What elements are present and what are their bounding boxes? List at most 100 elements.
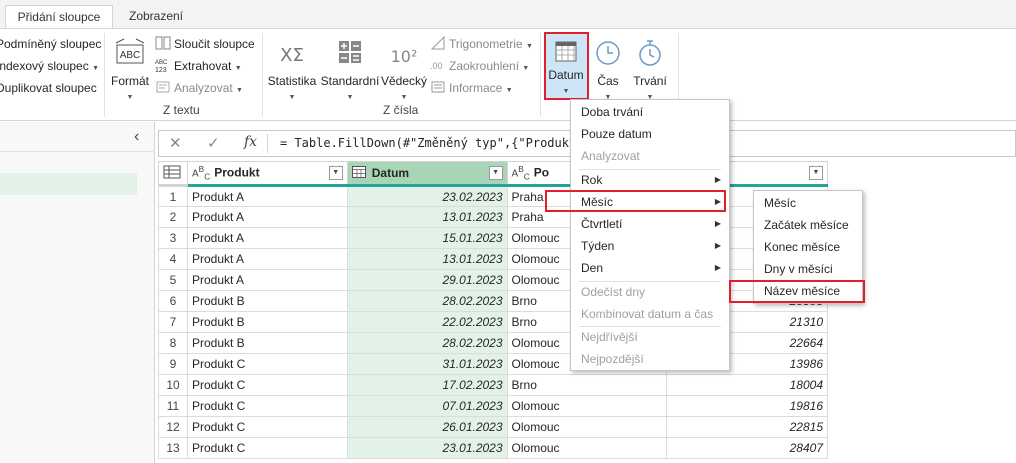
information-button[interactable]: Informace ▼	[430, 78, 513, 98]
menu-item-week[interactable]: Týden ▶	[571, 235, 729, 257]
cell-datum[interactable]: 29.01.2023	[346, 269, 508, 291]
row-number[interactable]: 12	[158, 416, 188, 438]
cell-produkt[interactable]: Produkt B	[186, 311, 348, 333]
cell-value[interactable]: 28407	[666, 437, 828, 459]
cell-datum[interactable]: 31.01.2023	[346, 353, 508, 375]
cell-datum[interactable]: 13.01.2023	[346, 248, 508, 270]
cell-datum[interactable]: 07.01.2023	[346, 395, 508, 417]
table-row[interactable]: 13 Produkt C 23.01.2023 Olomouc 28407	[158, 437, 828, 459]
row-number[interactable]: 13	[158, 437, 188, 459]
row-number[interactable]: 6	[158, 290, 188, 312]
filter-dropdown-icon[interactable]: ▼	[328, 166, 343, 180]
cell-pobocka[interactable]: Olomouc	[506, 437, 668, 459]
cell-produkt[interactable]: Produkt C	[186, 353, 348, 375]
table-row[interactable]: 11 Produkt C 07.01.2023 Olomouc 19816	[158, 395, 828, 417]
cell-datum[interactable]: 13.01.2023	[346, 206, 508, 228]
cell-value[interactable]: 19816	[666, 395, 828, 417]
query-list-item[interactable]	[0, 173, 137, 195]
submenu-item-month[interactable]: Měsíc	[754, 192, 862, 214]
submenu-item-start-of-month[interactable]: Začátek měsíce	[754, 214, 862, 236]
row-number[interactable]: 9	[158, 353, 188, 375]
cell-produkt[interactable]: Produkt B	[186, 332, 348, 354]
check-icon[interactable]: ✓	[207, 134, 220, 152]
cell-produkt[interactable]: Produkt A	[186, 269, 348, 291]
sigma-icon: XΣ	[280, 45, 304, 66]
table-row[interactable]: 10 Produkt C 17.02.2023 Brno 18004	[158, 374, 828, 396]
cell-produkt[interactable]: Produkt C	[186, 374, 348, 396]
cell-value[interactable]: 18004	[666, 374, 828, 396]
submenu-item-end-of-month[interactable]: Konec měsíce	[754, 236, 862, 258]
row-number[interactable]: 2	[158, 206, 188, 228]
submenu-item-days-in-month[interactable]: Dny v měsíci	[754, 258, 862, 280]
menu-item-earliest[interactable]: Nejdřívější	[571, 326, 729, 348]
parse-button[interactable]: Analyzovat ▼	[155, 78, 243, 98]
row-number[interactable]: 4	[158, 248, 188, 270]
tab-view[interactable]: Zobrazení	[116, 5, 196, 28]
cell-datum[interactable]: 22.02.2023	[346, 311, 508, 333]
cell-pobocka[interactable]: Olomouc	[506, 416, 668, 438]
cell-produkt[interactable]: Produkt C	[186, 437, 348, 459]
duration-button[interactable]: Trvání ▼	[630, 37, 670, 102]
cell-produkt[interactable]: Produkt A	[186, 206, 348, 228]
row-number[interactable]: 11	[158, 395, 188, 417]
cell-datum[interactable]: 17.02.2023	[346, 374, 508, 396]
filter-dropdown-icon[interactable]: ▼	[488, 166, 503, 180]
cell-produkt[interactable]: Produkt B	[186, 290, 348, 312]
menu-item-duration[interactable]: Doba trvání	[571, 101, 729, 123]
row-number[interactable]: 7	[158, 311, 188, 333]
cell-value[interactable]: 22815	[666, 416, 828, 438]
conditional-column-button[interactable]: Podmíněný sloupec	[0, 34, 101, 54]
duration-label: Trvání	[633, 74, 667, 88]
collapse-pane-icon[interactable]: ‹	[134, 128, 139, 146]
statistics-button[interactable]: XΣ Statistika ▼	[266, 37, 318, 102]
index-column-button[interactable]: Indexový sloupec ▼	[0, 56, 99, 76]
table-row[interactable]: 12 Produkt C 26.01.2023 Olomouc 22815	[158, 416, 828, 438]
row-number[interactable]: 10	[158, 374, 188, 396]
extract-button[interactable]: ABC 123 Extrahovat ▼	[155, 56, 242, 76]
menu-item-year[interactable]: Rok ▶	[571, 169, 729, 191]
duplicate-column-button[interactable]: Duplikovat sloupec	[0, 78, 97, 98]
cell-datum[interactable]: 28.02.2023	[346, 290, 508, 312]
cell-datum[interactable]: 26.01.2023	[346, 416, 508, 438]
formula-input[interactable]: = Table.FillDown(#"Změněný typ",{"Produk…	[280, 136, 576, 150]
filter-dropdown-icon[interactable]: ▼	[809, 166, 823, 180]
cell-pobocka[interactable]: Brno	[506, 374, 668, 396]
cell-produkt[interactable]: Produkt A	[186, 185, 348, 207]
scientific-button[interactable]: 10² Vědecký ▼	[381, 37, 427, 102]
cancel-icon[interactable]: ✕	[169, 134, 182, 152]
menu-item-parse[interactable]: Analyzovat	[571, 145, 729, 167]
cell-datum[interactable]: 28.02.2023	[346, 332, 508, 354]
menu-item-day[interactable]: Den ▶	[571, 257, 729, 279]
cell-produkt[interactable]: Produkt A	[186, 248, 348, 270]
menu-item-latest[interactable]: Nejpozdější	[571, 348, 729, 370]
column-header-produkt[interactable]: ABC Produkt ▼	[186, 161, 348, 187]
trigonometry-button[interactable]: Trigonometrie ▼	[430, 34, 533, 54]
cell-produkt[interactable]: Produkt C	[186, 416, 348, 438]
menu-item-combine-date-time[interactable]: Kombinovat datum a čas	[571, 303, 729, 325]
time-button[interactable]: Čas ▼	[593, 37, 623, 102]
menu-item-subtract-days[interactable]: Odečíst dny	[571, 281, 729, 303]
function-icon[interactable]: fx	[244, 134, 257, 150]
tab-add-column[interactable]: Přidání sloupce	[5, 5, 113, 28]
row-number[interactable]: 5	[158, 269, 188, 291]
table-menu-cell[interactable]	[158, 161, 188, 187]
menu-item-quarter[interactable]: Čtvrtletí ▶	[571, 213, 729, 235]
cell-pobocka[interactable]: Olomouc	[506, 395, 668, 417]
date-button[interactable]: Datum ▼	[545, 33, 587, 98]
menu-item-month[interactable]: Měsíc ▶	[571, 191, 729, 213]
cell-datum[interactable]: 23.02.2023	[346, 185, 508, 207]
format-button[interactable]: ABC Formát ▼	[108, 37, 152, 102]
row-number[interactable]: 3	[158, 227, 188, 249]
row-number[interactable]: 8	[158, 332, 188, 354]
menu-item-date-only[interactable]: Pouze datum	[571, 123, 729, 145]
merge-columns-button[interactable]: Sloučit sloupce	[155, 34, 255, 54]
submenu-item-month-name[interactable]: Název měsíce	[754, 280, 862, 302]
column-header-datum[interactable]: Datum ▼	[346, 161, 508, 187]
cell-datum[interactable]: 23.01.2023	[346, 437, 508, 459]
row-number[interactable]: 1	[158, 185, 188, 207]
cell-produkt[interactable]: Produkt A	[186, 227, 348, 249]
rounding-button[interactable]: .00 Zaokrouhlení ▼	[430, 56, 529, 76]
cell-datum[interactable]: 15.01.2023	[346, 227, 508, 249]
standard-button[interactable]: Standardní ▼	[320, 37, 380, 102]
cell-produkt[interactable]: Produkt C	[186, 395, 348, 417]
